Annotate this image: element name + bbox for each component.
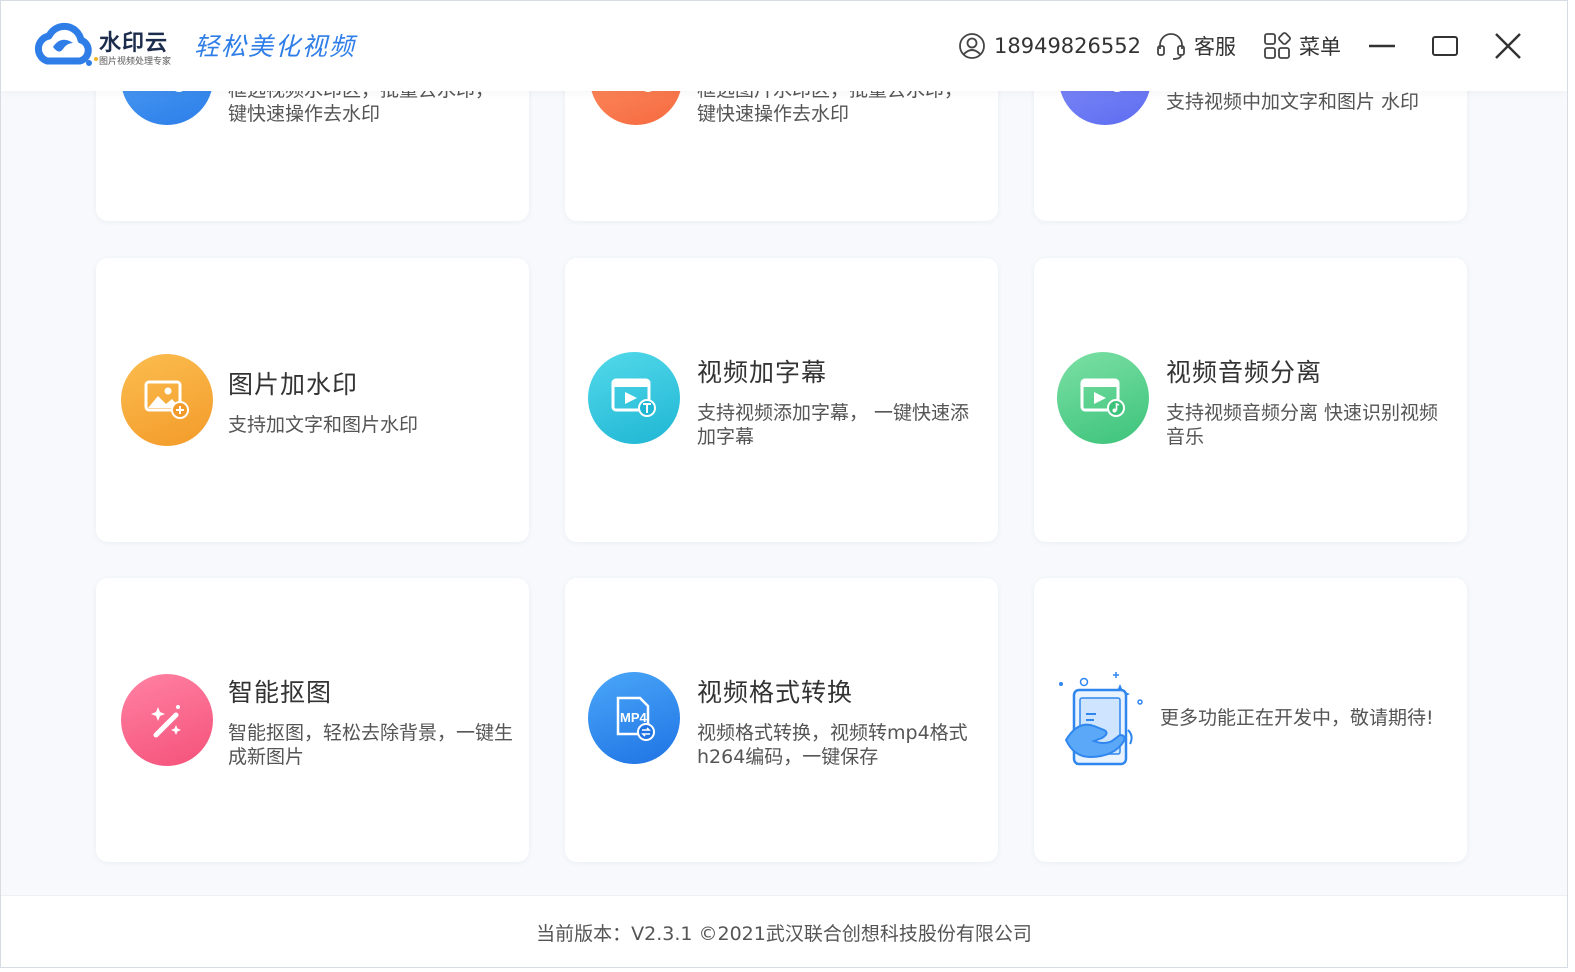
maximize-button[interactable] [1427,27,1463,63]
card-video-subtitle[interactable]: 视频加字幕 支持视频添加字幕， 一键快速添加字幕 [565,258,998,542]
title-bar: 水印云 图片视频处理专家 轻松美化视频 18949826552 客服 菜单 [1,1,1567,91]
card-title: 图片加水印 [228,370,359,399]
service-label: 客服 [1194,35,1236,59]
card-title: 视频格式转换 [697,678,854,707]
menu-button[interactable]: 菜单 [1263,29,1341,63]
grid-menu-icon [1264,32,1291,59]
card-desc: 支持视频添加字幕， 一键快速添加字幕 [697,402,970,448]
app-window: 框选视频水印区，批量去水印，一键快速操作去水印 框选图片水印区，批量去水印，一键… [0,0,1568,968]
brand-name: 水印云 [99,31,169,56]
magic-wand-icon [121,674,213,766]
maximize-icon [1432,36,1458,56]
image-add-icon [121,354,213,446]
user-icon [959,33,985,59]
card-video-format-convert[interactable]: MP4 视频格式转换 视频格式转换，视频转mp4格式h264编码，一键保存 [565,578,998,862]
card-title: 视频音频分离 [1166,358,1323,387]
customer-service-button[interactable]: 客服 [1156,29,1236,63]
close-button[interactable] [1490,27,1526,63]
card-desc: 视频格式转换，视频转mp4格式h264编码，一键保存 [697,722,968,768]
menu-label: 菜单 [1299,35,1341,59]
card-desc: 智能抠图，轻松去除背景，一键生成新图片 [228,722,514,768]
footer: 当前版本：V2.3.1 ©2021武汉联合创想科技股份有限公司 [1,895,1567,967]
version-copyright: 当前版本：V2.3.1 ©2021武汉联合创想科技股份有限公司 [536,923,1032,945]
card-image-watermark[interactable]: 图片加水印 支持加文字和图片水印 [96,258,529,542]
card-more-features: 更多功能正在开发中，敬请期待! [1034,578,1467,862]
card-video-audio-separate[interactable]: 视频音频分离 支持视频音频分离 快速识别视频音乐 [1034,258,1467,542]
more-features-text: 更多功能正在开发中，敬请期待! [1160,707,1434,729]
cloud-logo-icon [29,19,101,71]
video-audio-icon [1057,352,1149,444]
card-title: 智能抠图 [228,678,333,707]
minimize-button[interactable] [1364,27,1400,63]
mp4-convert-icon: MP4 [588,672,680,764]
video-subtitle-icon [588,352,680,444]
headset-icon [1157,33,1185,60]
phone-thumbs-up-illustration [1056,670,1146,770]
account-button[interactable]: 18949826552 [958,29,1141,63]
svg-text:MP4: MP4 [620,710,648,725]
phone-number: 18949826552 [994,34,1141,58]
minimize-icon [1369,44,1395,48]
card-desc: 支持视频中加文字和图片 水印 [1166,91,1420,113]
close-icon [1495,33,1521,59]
brand-subtitle: 图片视频处理专家 [99,57,172,67]
card-smart-cutout[interactable]: 智能抠图 智能抠图，轻松去除背景，一键生成新图片 [96,578,529,862]
card-desc: 支持视频音频分离 快速识别视频音乐 [1166,402,1439,448]
card-desc: 支持加文字和图片水印 [228,414,419,436]
slogan: 轻松美化视频 [194,32,357,61]
feature-grid: 框选视频水印区，批量去水印，一键快速操作去水印 框选图片水印区，批量去水印，一键… [1,1,1567,895]
card-title: 视频加字幕 [697,358,828,387]
